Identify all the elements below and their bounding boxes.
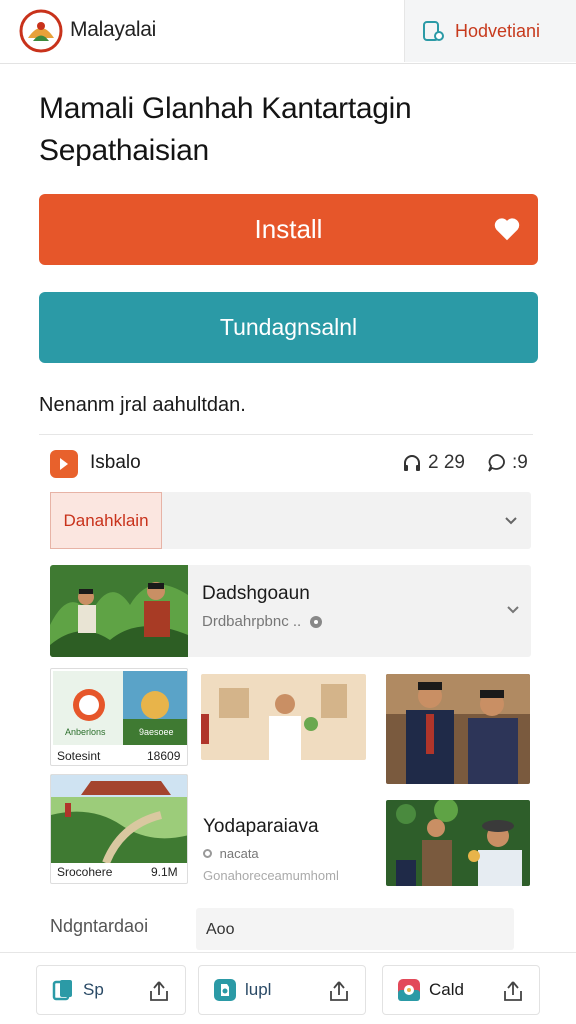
secondary-button[interactable]: Tundagnsalnl bbox=[39, 292, 538, 363]
tile-portrait-image-art bbox=[386, 674, 530, 784]
section-subtitle: nacata bbox=[219, 846, 259, 861]
tile-garden-image bbox=[51, 775, 187, 865]
bottom-item-cald[interactable]: Cald bbox=[382, 965, 540, 1015]
bottom-item-label: Sp bbox=[83, 980, 104, 999]
chat-icon bbox=[398, 979, 420, 1001]
subtitle: Nenanm jral aahultdan. bbox=[39, 394, 246, 416]
category-dropdown[interactable]: Danahklain bbox=[50, 492, 531, 549]
footer-input[interactable]: Aoo bbox=[196, 908, 514, 950]
tile-value: 9.1M bbox=[151, 865, 178, 879]
tile-app-preview[interactable]: Anberlons 9aesoee Sotesint 18609 bbox=[50, 668, 188, 766]
bottom-item-label: Cald bbox=[429, 980, 464, 999]
bottom-bar: Sp lupl Cald bbox=[0, 952, 576, 1024]
tile-portrait-image[interactable] bbox=[386, 674, 530, 784]
tile-value: 18609 bbox=[147, 749, 181, 763]
comments-stat: :9 bbox=[486, 452, 528, 474]
tile-presenter-image-art bbox=[201, 674, 366, 760]
bottom-item-lupl[interactable]: lupl bbox=[198, 965, 366, 1015]
section-subtitle-row: nacata bbox=[203, 846, 259, 861]
media-title: Dadshgoaun bbox=[202, 583, 310, 604]
media-card[interactable]: Dadshgoaun Drdbahrpbnc .. bbox=[50, 565, 531, 657]
location-icon bbox=[203, 849, 212, 858]
divider bbox=[39, 434, 533, 435]
heart-icon[interactable] bbox=[492, 214, 522, 244]
clipboard-icon bbox=[52, 980, 72, 1001]
media-subtitle: Drdbahrpbnc .. bbox=[202, 613, 302, 630]
tile-inner-right: 9aesoee bbox=[139, 727, 174, 737]
app-icon bbox=[214, 979, 236, 1001]
downloads-value: 2 29 bbox=[428, 452, 465, 473]
page-title: Mamali Glanhah Kantartagin Sepathaisian bbox=[39, 92, 412, 167]
header-action-label: Hodvetiani bbox=[455, 20, 541, 41]
dropdown-selected[interactable]: Danahklain bbox=[50, 492, 162, 549]
tile-caption: Srocohere bbox=[57, 865, 113, 879]
secondary-label: Tundagnsalnl bbox=[219, 314, 358, 340]
app-logo[interactable] bbox=[18, 8, 64, 54]
share-icon[interactable] bbox=[147, 979, 171, 1003]
header-action-button[interactable]: Hodvetiani bbox=[404, 0, 576, 62]
install-label: Install bbox=[254, 214, 323, 244]
section-meta: Gonahoreceamumhoml bbox=[203, 868, 339, 883]
comment-icon bbox=[488, 454, 505, 472]
media-thumbnail bbox=[50, 565, 188, 657]
bottom-item-sp[interactable]: Sp bbox=[36, 965, 186, 1015]
tile-presenter-image[interactable] bbox=[201, 674, 366, 760]
app-name: Malayalai bbox=[70, 18, 157, 41]
share-icon[interactable] bbox=[327, 979, 351, 1003]
info-row: Isbalo 2 29 :9 bbox=[50, 448, 534, 478]
app-header: Malayalai Hodvetiani bbox=[0, 0, 576, 64]
media-subtitle-row: Drdbahrpbnc .. bbox=[202, 613, 323, 630]
chevron-down-icon[interactable] bbox=[504, 514, 518, 528]
chevron-down-icon[interactable] bbox=[506, 603, 520, 617]
tile-inner-left: Anberlons bbox=[65, 727, 106, 737]
bottom-item-label: lupl bbox=[245, 980, 272, 999]
share-icon[interactable] bbox=[501, 979, 525, 1003]
footer-label: Ndgntardaoi bbox=[50, 916, 149, 936]
downloads-stat: 2 29 bbox=[402, 452, 465, 474]
device-icon bbox=[423, 21, 444, 41]
tile-farmer-image[interactable] bbox=[386, 800, 530, 886]
tile-caption: Sotesint bbox=[57, 749, 101, 763]
headphones-icon bbox=[404, 455, 420, 471]
info-icon bbox=[310, 615, 323, 628]
tile-farmer-image-art bbox=[386, 800, 530, 886]
app-badge-icon bbox=[50, 450, 78, 478]
info-label: Isbalo bbox=[90, 452, 141, 473]
comments-value: :9 bbox=[512, 452, 528, 473]
install-button[interactable]: Install bbox=[39, 194, 538, 265]
section-title: Yodaparaiava bbox=[203, 816, 319, 837]
tile-garden[interactable]: Srocohere 9.1M bbox=[50, 774, 188, 884]
